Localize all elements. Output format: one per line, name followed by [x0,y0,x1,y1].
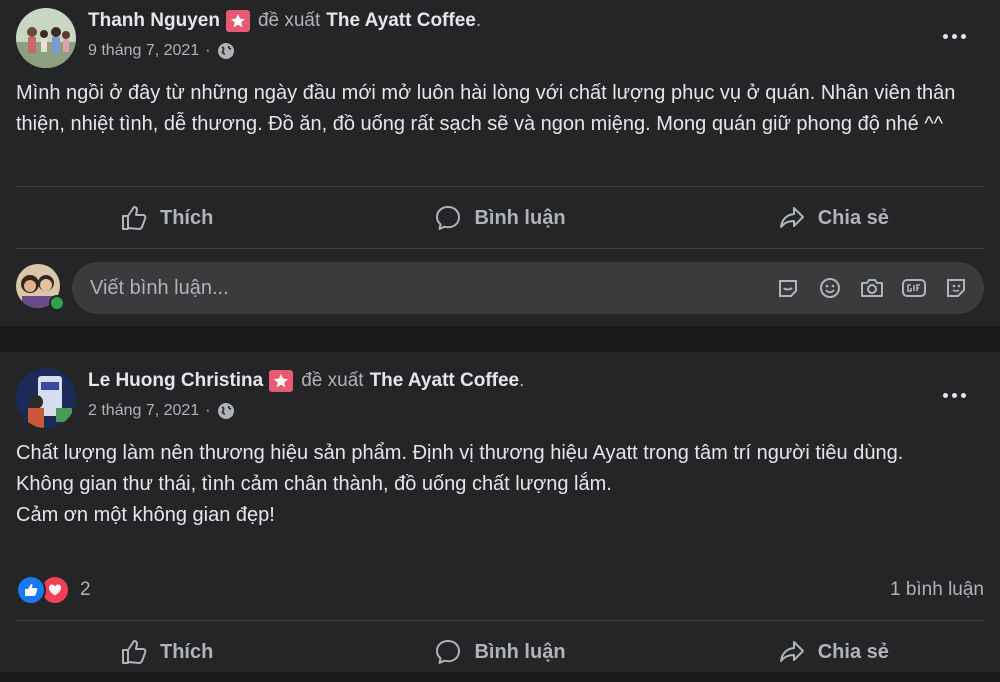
comment-icon [436,640,461,664]
author-name[interactable]: Le Huong Christina [88,370,263,392]
recommend-verb: đề xuất [301,370,364,391]
post-header: Le Huong Christina đề xuất The Ayatt Cof… [88,370,524,392]
comment-label: Bình luận [474,206,566,229]
post-meta: 9 tháng 7, 2021 · [88,42,235,60]
post-text: Mình ngồi ở đây từ những ngày đầu mới mở… [16,78,980,140]
post-text-paragraph: Mình ngồi ở đây từ những ngày đầu mới mở… [16,82,961,135]
period: . [519,370,525,391]
comment-tools [760,274,970,302]
separator-dot: · [205,42,211,59]
post-card: Le Huong Christina đề xuất The Ayatt Cof… [0,352,1000,672]
post-meta: 2 tháng 7, 2021 · [88,402,235,420]
recommend-star-icon [225,10,250,32]
sticker-icon[interactable] [774,274,802,302]
post-text-line: Chất lượng làm nên thương hiệu sản phẩm.… [16,442,904,464]
separator-dot: · [205,402,211,419]
emoji-icon[interactable] [816,274,844,302]
post-text-line: Không gian thư thái, tình cảm chân thành… [16,473,612,495]
action-bar: Thích Bình luận Chia sẻ [0,188,1000,248]
avatar-sticker-icon[interactable] [942,274,970,302]
post-date[interactable]: 2 tháng 7, 2021 [88,402,199,420]
comment-composer: Viết bình luận... [16,262,984,314]
like-icon [121,206,147,230]
share-button[interactable]: Chia sẻ [667,622,1000,682]
comment-icon [436,206,461,230]
post-header: Thanh Nguyen đề xuất The Ayatt Coffee. [88,10,481,32]
share-icon [779,641,804,662]
like-label: Thích [159,640,214,663]
share-label: Chia sẻ [817,206,889,229]
comment-label: Bình luận [474,640,566,663]
divider [16,186,984,187]
recommend-verb: đề xuất [257,10,321,31]
like-icon [121,640,147,664]
share-button[interactable]: Chia sẻ [667,188,1000,248]
divider [16,620,984,621]
share-label: Chia sẻ [817,640,889,663]
gif-icon[interactable] [900,274,928,302]
divider [16,248,984,249]
like-label: Thích [159,206,214,229]
like-button[interactable]: Thích [0,622,333,682]
globe-icon [217,43,234,59]
more-options-icon[interactable] [938,379,970,411]
post-card: Thanh Nguyen đề xuất The Ayatt Coffee. 9… [0,0,1000,326]
online-status-indicator [49,295,65,311]
like-button[interactable]: Thích [0,188,333,248]
reactions-summary: 2 1 bình luận [16,574,984,606]
comment-button[interactable]: Bình luận [333,188,666,248]
post-text: Chất lượng làm nên thương hiệu sản phẩm.… [16,438,980,531]
post-text-line: Cảm ơn một không gian đẹp! [16,504,275,526]
reaction-count[interactable]: 2 [80,579,91,601]
page-name[interactable]: The Ayatt Coffee [370,370,520,392]
period: . [475,10,482,31]
more-options-icon[interactable] [938,20,970,52]
share-icon [779,207,804,228]
author-avatar[interactable] [16,368,76,428]
author-avatar[interactable] [16,8,76,68]
recommend-star-icon [269,370,294,392]
post-date[interactable]: 9 tháng 7, 2021 [88,42,199,60]
globe-icon [217,403,234,419]
comment-button[interactable]: Bình luận [333,622,666,682]
page-name[interactable]: The Ayatt Coffee [326,10,476,32]
comment-count[interactable]: 1 bình luận [890,579,984,601]
comment-input[interactable]: Viết bình luận... [72,262,984,314]
comment-placeholder: Viết bình luận... [90,276,229,299]
author-name[interactable]: Thanh Nguyen [88,10,220,32]
camera-icon[interactable] [858,274,886,302]
like-reaction-icon[interactable] [16,575,46,605]
action-bar: Thích Bình luận Chia sẻ [0,622,1000,682]
